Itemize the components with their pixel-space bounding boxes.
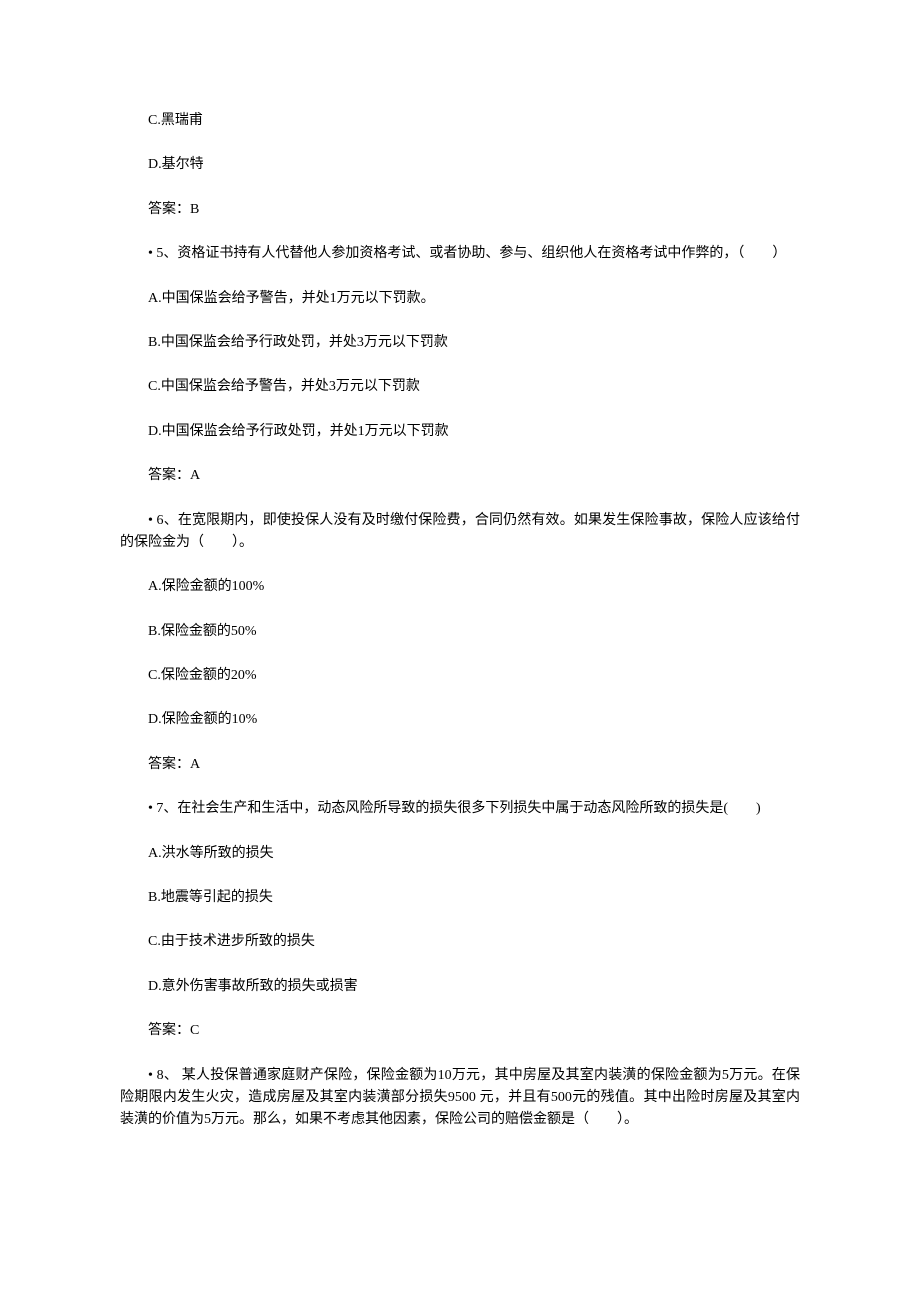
question-7-option-b: B.地震等引起的损失 [120, 887, 800, 909]
question-4-option-d: D.基尔特 [120, 154, 800, 176]
question-6-answer: 答案：A [120, 754, 800, 776]
question-5-option-c: C.中国保监会给予警告，并处3万元以下罚款 [120, 376, 800, 398]
question-6-option-c: C.保险金额的20% [120, 665, 800, 687]
question-8-text: • 8、 某人投保普通家庭财产保险，保险金额为10万元，其中房屋及其室内装潢的保… [120, 1065, 800, 1132]
question-5-option-a: A.中国保监会给予警告，并处1万元以下罚款。 [120, 288, 800, 310]
question-4-option-c: C.黑瑞甫 [120, 110, 800, 132]
question-5-answer: 答案：A [120, 465, 800, 487]
question-7-answer: 答案：C [120, 1020, 800, 1042]
question-6-option-d: D.保险金额的10% [120, 709, 800, 731]
question-5-text: • 5、资格证书持有人代替他人参加资格考试、或者协助、参与、组织他人在资格考试中… [120, 243, 800, 265]
question-6-option-a: A.保险金额的100% [120, 576, 800, 598]
question-5-option-b: B.中国保监会给予行政处罚，并处3万元以下罚款 [120, 332, 800, 354]
question-6-text: • 6、在宽限期内，即使投保人没有及时缴付保险费，合同仍然有效。如果发生保险事故… [120, 510, 800, 555]
question-7-option-d: D.意外伤害事故所致的损失或损害 [120, 976, 800, 998]
question-7-option-c: C.由于技术进步所致的损失 [120, 931, 800, 953]
question-4-answer: 答案：B [120, 199, 800, 221]
question-7-text: • 7、在社会生产和生活中，动态风险所导致的损失很多下列损失中属于动态风险所致的… [120, 798, 800, 820]
question-5-option-d: D.中国保监会给予行政处罚，并处1万元以下罚款 [120, 421, 800, 443]
question-7-option-a: A.洪水等所致的损失 [120, 843, 800, 865]
question-6-option-b: B.保险金额的50% [120, 621, 800, 643]
